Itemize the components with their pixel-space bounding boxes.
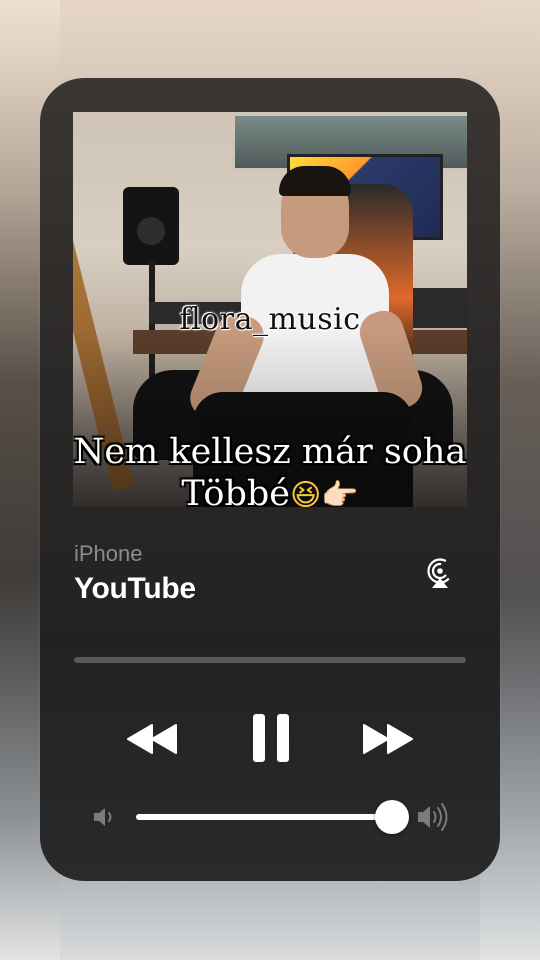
fast-forward-button[interactable] <box>358 718 416 760</box>
rewind-icon <box>127 724 177 754</box>
laughing-emoji-icon: 😆 <box>289 478 322 507</box>
album-artwork[interactable]: flora_music Nem kellesz már soha Többé😆👉… <box>73 112 467 507</box>
fast-forward-icon <box>363 724 413 754</box>
volume-slider-fill <box>136 814 392 820</box>
app-name-title: YouTube <box>74 572 196 605</box>
pointing-hand-emoji-icon: 👉🏻 <box>321 478 359 507</box>
rewind-button[interactable] <box>124 718 182 760</box>
volume-slider[interactable] <box>136 800 409 834</box>
playback-progress-bar[interactable] <box>74 657 466 663</box>
now-playing-card: flora_music Nem kellesz már soha Többé😆👉… <box>40 78 500 881</box>
source-device-label: iPhone <box>74 541 143 566</box>
artwork-caption-line2-text: Többé <box>181 474 290 507</box>
artwork-caption-line2: Többé😆👉🏻 <box>73 474 467 507</box>
volume-slider-knob[interactable] <box>375 800 409 834</box>
speaker-high-icon <box>416 802 452 832</box>
artwork-caption-line1: Nem kellesz már soha <box>73 432 467 472</box>
pause-button[interactable] <box>246 710 296 766</box>
artwork-handle-text: flora_music <box>179 302 361 337</box>
speaker-low-icon <box>92 805 118 829</box>
pause-icon <box>253 714 289 762</box>
airplay-audio-icon[interactable] <box>424 558 456 590</box>
